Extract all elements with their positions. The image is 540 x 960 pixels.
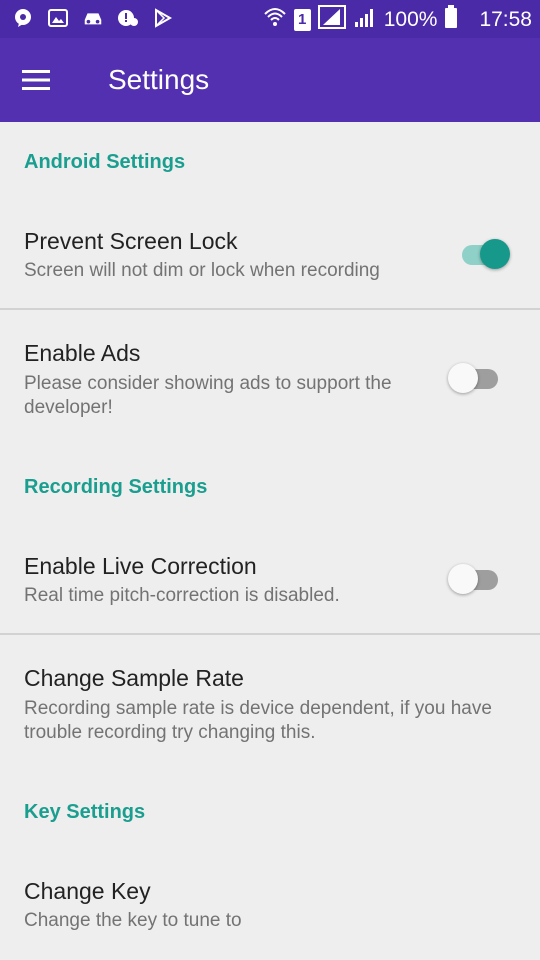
system-indicators: 1 100% 17:58 <box>263 5 532 34</box>
image-icon <box>47 7 69 29</box>
clock: 17:58 <box>479 7 532 31</box>
prevent-screen-lock-switch[interactable] <box>458 235 514 275</box>
pref-title: Enable Ads <box>24 340 141 366</box>
divider <box>0 633 540 635</box>
page-title: Settings <box>108 64 210 95</box>
live-correction-switch[interactable] <box>448 560 504 600</box>
battery-icon <box>444 5 458 34</box>
app-bar: Settings <box>0 38 540 122</box>
pref-title: Prevent Screen Lock <box>24 228 238 254</box>
car-icon <box>82 7 104 29</box>
pref-summary: Change the key to tune to <box>24 910 242 931</box>
pref-summary: Screen will not dim or lock when recordi… <box>24 260 380 281</box>
notification-icons <box>12 7 174 29</box>
battery-percentage: 100% <box>383 7 438 31</box>
pref-summary: Real time pitch-correction is disabled. <box>24 585 340 606</box>
signal-icon <box>317 5 346 34</box>
section-header-key: Key Settings <box>24 801 146 823</box>
pref-title: Change Sample Rate <box>24 665 244 691</box>
hamburger-menu-icon[interactable] <box>14 58 58 102</box>
chat-bubble-icon <box>12 7 34 29</box>
play-store-icon <box>152 7 174 29</box>
section-header-android: Android Settings <box>24 151 186 173</box>
pref-title: Enable Live Correction <box>24 553 257 579</box>
signal-secondary-icon <box>353 6 377 33</box>
alert-cloud-icon <box>117 7 139 29</box>
section-header-recording: Recording Settings <box>24 476 208 498</box>
pref-summary: Please consider showing ads to support t… <box>24 373 392 418</box>
status-bar: 1 100% 17:58 <box>0 0 540 38</box>
pref-summary: Recording sample rate is device dependen… <box>24 698 492 743</box>
switch-thumb <box>480 239 510 269</box>
switch-thumb <box>448 564 478 594</box>
switch-thumb <box>448 363 478 393</box>
pref-title: Change Key <box>24 878 151 904</box>
divider <box>0 308 540 310</box>
enable-ads-switch[interactable] <box>448 359 504 399</box>
wifi-icon <box>263 6 287 33</box>
sim-slot-badge: 1 <box>293 8 311 31</box>
